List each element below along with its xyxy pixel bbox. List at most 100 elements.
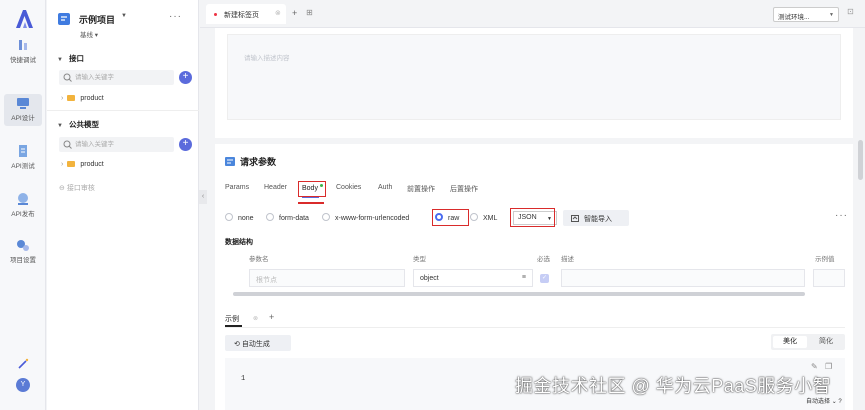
highlight-box — [298, 181, 326, 197]
environment-label: 测试环境... — [778, 14, 810, 21]
magic-wand-icon[interactable] — [17, 358, 29, 370]
chevron-right-icon: › — [61, 95, 64, 102]
search-input[interactable] — [75, 72, 170, 83]
radio-xml[interactable]: XML — [470, 213, 497, 222]
format-toggle: 美化 简化 — [771, 334, 845, 350]
description-placeholder: 请输入描述内容 — [244, 55, 290, 62]
rail-item-api-test[interactable]: API测试 — [4, 142, 42, 174]
help-icon[interactable]: ? — [838, 399, 841, 405]
rail-item-api-design[interactable]: API设计 — [4, 94, 42, 126]
tree-node-product[interactable]: › product — [61, 161, 104, 168]
more-icon[interactable]: ··· — [169, 11, 182, 22]
add-example-icon[interactable]: + — [269, 312, 274, 322]
radio-circle — [322, 213, 330, 221]
tab-cookies[interactable]: Cookies — [336, 184, 361, 191]
required-checkbox[interactable]: ✓ — [540, 274, 549, 283]
interface-search[interactable] — [59, 70, 174, 85]
rail-label: 项目设置 — [10, 257, 36, 264]
chevron-right-icon: › — [61, 161, 64, 168]
rail-label: API设计 — [11, 115, 35, 122]
tab-pre-operation[interactable]: 前置操作 — [407, 184, 435, 194]
more-icon[interactable]: ··· — [835, 210, 848, 221]
refresh-icon: ⟲ — [234, 341, 240, 348]
interface-review[interactable]: ⊖ 接口审核 — [59, 183, 95, 193]
environment-select[interactable]: 测试环境... ▼ — [773, 7, 839, 22]
col-example: 示例值 — [815, 256, 835, 263]
search-icon — [63, 73, 72, 82]
tab-example[interactable]: 示例 — [225, 314, 242, 327]
radio-label: XML — [483, 215, 498, 222]
edit-icon[interactable]: ✎ — [811, 362, 818, 371]
project-name[interactable]: 示例项目 — [79, 13, 115, 26]
auto-select-label: 自动选择 — [806, 399, 831, 405]
project-dropdown-icon[interactable]: ▼ — [121, 13, 127, 19]
type-menu-icon: ≡ — [521, 274, 526, 281]
folder-icon — [67, 95, 76, 101]
col-required: 必选 — [537, 256, 550, 263]
tree-node-product[interactable]: › product — [61, 95, 104, 102]
description-cell-input[interactable] — [561, 269, 805, 287]
tab-auth[interactable]: Auth — [378, 184, 392, 191]
radio-urlencoded[interactable]: x-www-form-urlencoded — [322, 213, 409, 222]
tab-post-operation[interactable]: 后置操作 — [450, 184, 478, 194]
model-search[interactable] — [59, 137, 174, 152]
rail-label: 快捷调试 — [10, 57, 36, 64]
close-icon[interactable]: ⊗ — [253, 315, 258, 322]
close-icon[interactable]: ⊗ — [275, 9, 281, 17]
app-logo-icon[interactable] — [13, 8, 35, 30]
smart-import-button[interactable]: 智能导入 — [563, 210, 629, 226]
type-select[interactable]: object ≡ — [413, 269, 533, 287]
chevron-down-icon: ▼ — [829, 12, 834, 18]
example-cell-input[interactable] — [813, 269, 845, 287]
tab-new[interactable]: 新建标签页 ⊗ — [206, 4, 286, 24]
description-input[interactable]: 请输入描述内容 — [227, 34, 841, 120]
rail-item-api-publish[interactable]: API发布 — [4, 190, 42, 222]
section-interfaces[interactable]: ▼ 接口 — [57, 53, 84, 64]
divider — [47, 110, 199, 111]
radio-circle — [225, 213, 233, 221]
chevron-icon: ⌄ — [831, 399, 837, 405]
add-model-button[interactable]: + — [179, 138, 192, 151]
bug-debug-icon — [19, 40, 27, 50]
rail-item-quick-debug[interactable]: 快捷调试 — [4, 36, 42, 68]
api-test-icon — [19, 145, 27, 157]
radio-circle — [470, 213, 478, 221]
watermark: 掘金技术社区 @ 华为云PaaS服务小智 — [515, 376, 832, 396]
collapse-panel-button[interactable]: ‹ — [199, 190, 207, 204]
horizontal-scrollbar[interactable] — [233, 292, 805, 296]
section-title: 接口 — [68, 54, 84, 63]
tab-list-icon[interactable]: ⊞ — [306, 8, 313, 17]
rail-item-project-settings[interactable]: 项目设置 — [4, 236, 42, 268]
nav-rail: 快捷调试 API设计 API测试 API发布 项目设置 Y — [0, 0, 46, 410]
smart-import-label: 智能导入 — [584, 216, 612, 223]
simplify-button[interactable]: 简化 — [809, 336, 843, 348]
copy-icon[interactable]: ❐ — [825, 362, 832, 371]
tab-params[interactable]: Params — [225, 184, 249, 191]
description-card: 请输入描述内容 — [215, 28, 853, 138]
search-input[interactable] — [75, 139, 170, 150]
col-description: 描述 — [561, 256, 574, 263]
divider — [225, 327, 845, 328]
add-tab-icon[interactable]: + — [292, 8, 297, 18]
avatar[interactable]: Y — [16, 378, 30, 392]
title-text: 请求参数 — [240, 157, 277, 167]
radio-circle — [266, 213, 274, 221]
radio-label: x-www-form-urlencoded — [335, 215, 410, 222]
environment-settings-icon[interactable]: ⊡ — [847, 7, 854, 16]
main-content: 请输入描述内容 请求参数 Params Header Body Cookies … — [207, 28, 865, 410]
param-name-input[interactable]: 根节点 — [249, 269, 405, 287]
review-label: 接口审核 — [66, 185, 95, 192]
radio-form-data[interactable]: form-data — [266, 213, 309, 222]
beautify-button[interactable]: 美化 — [773, 336, 807, 348]
radio-none[interactable]: none — [225, 213, 254, 222]
unsaved-dot — [214, 13, 217, 16]
branch-selector[interactable]: 基线 ▾ — [80, 29, 98, 39]
tab-header[interactable]: Header — [264, 184, 287, 191]
auto-generate-button[interactable]: ⟲ 自动生成 — [225, 335, 291, 351]
line-number: 1 — [241, 375, 246, 383]
project-settings-icon — [17, 240, 29, 251]
section-common-models[interactable]: ▼ 公共模型 — [57, 119, 99, 130]
branch-label: 基线 — [80, 32, 93, 39]
add-interface-button[interactable]: + — [179, 71, 192, 84]
folder-icon — [67, 161, 76, 167]
